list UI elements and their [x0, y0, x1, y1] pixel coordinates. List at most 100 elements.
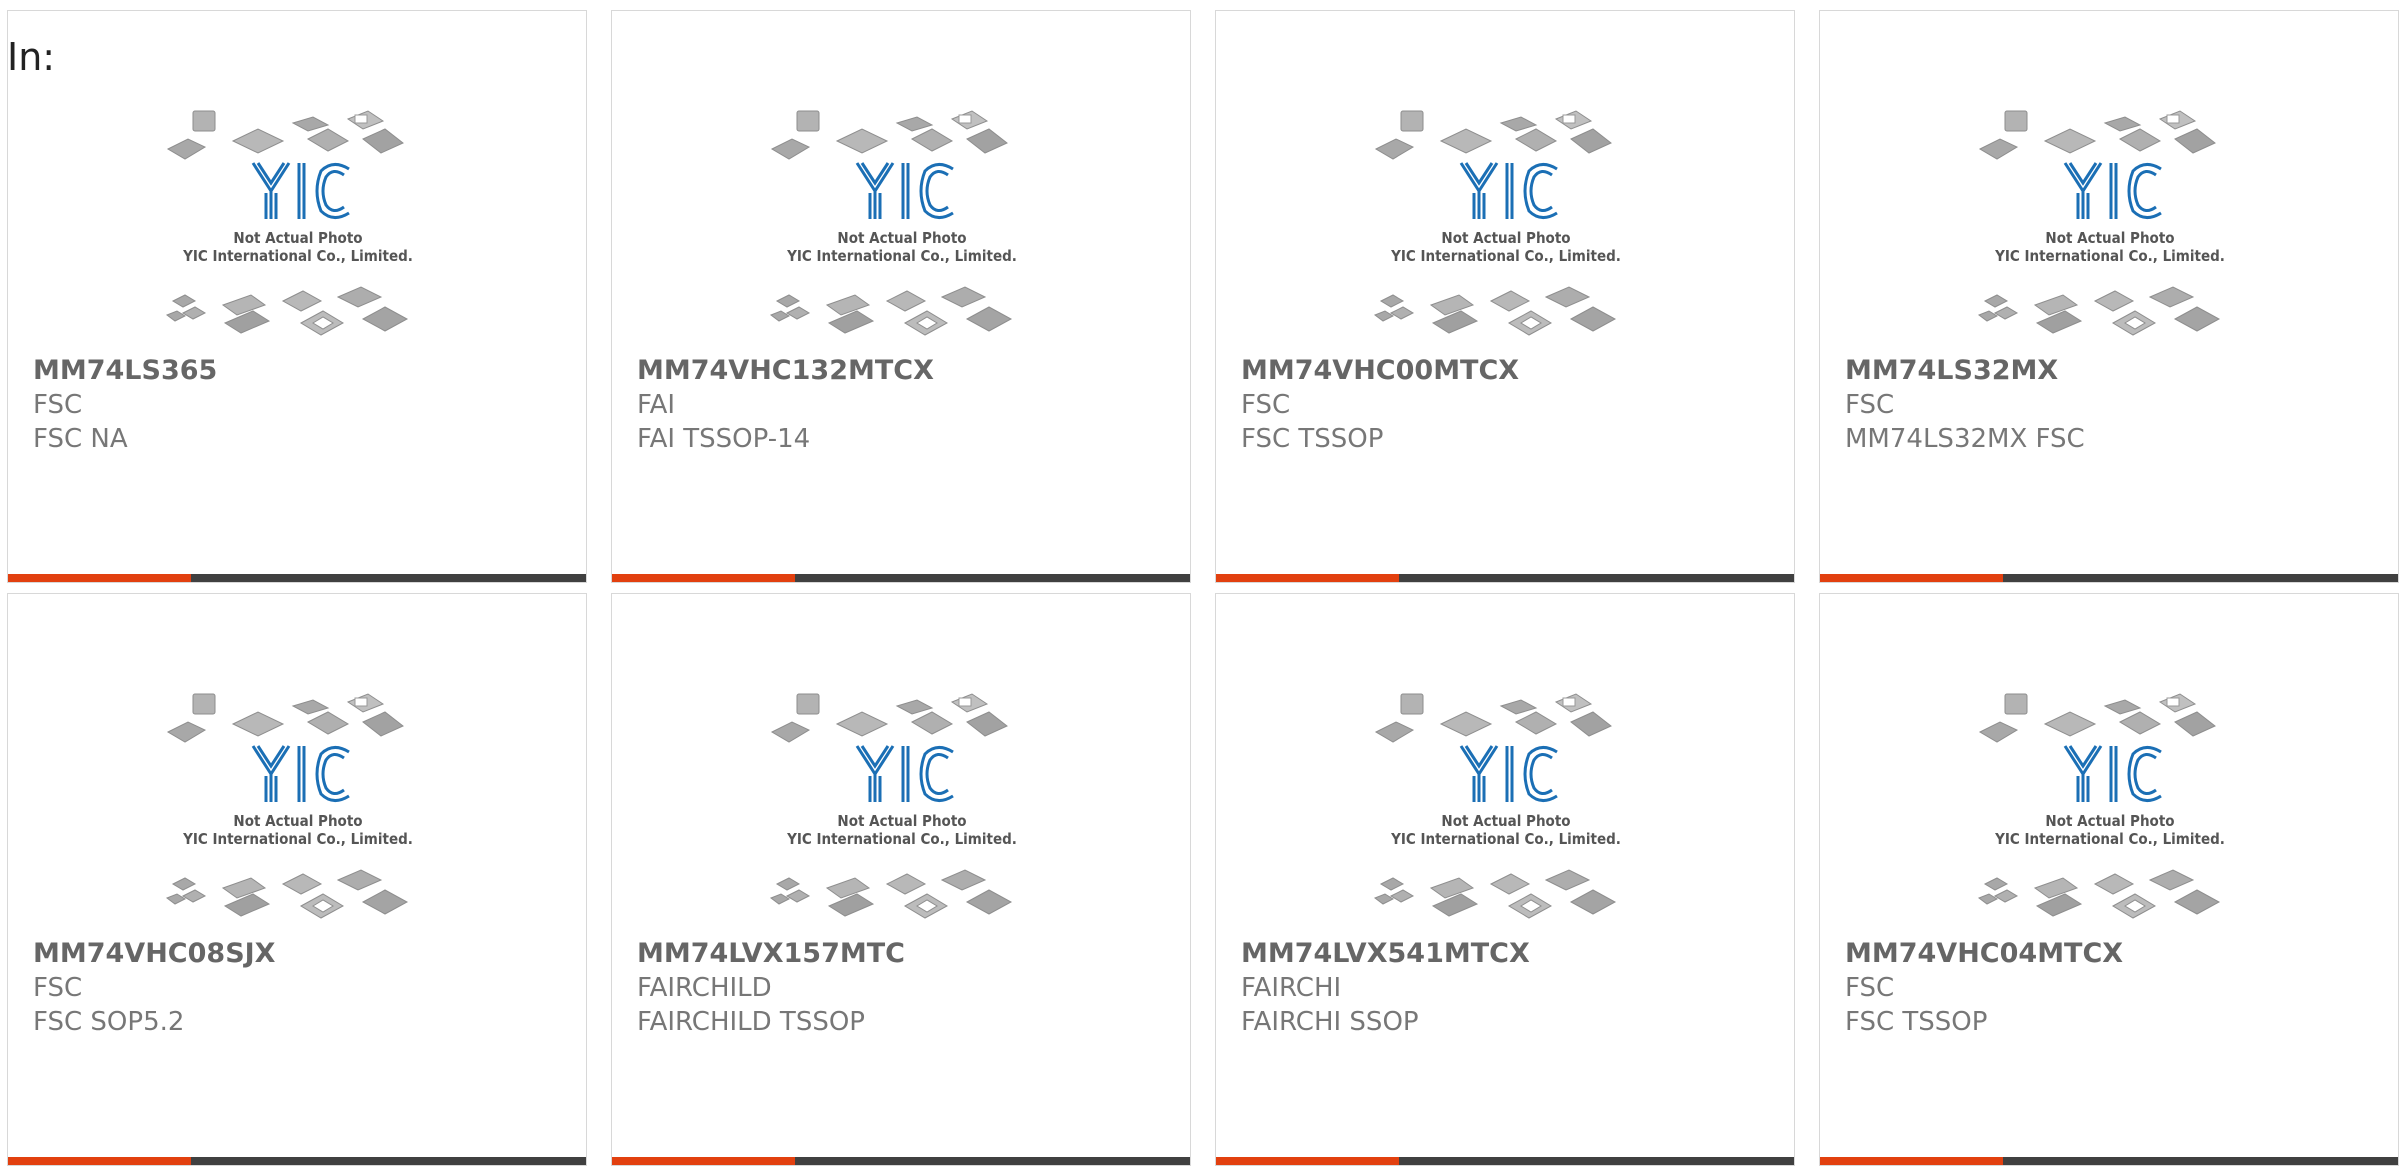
not-actual-photo-text: Not Actual Photo: [837, 229, 966, 247]
brand-name: FAIRCHI: [1241, 973, 1342, 1003]
company-name-text: YIC International Co., Limited.: [182, 247, 413, 265]
page-label: In:: [7, 35, 56, 79]
chip-icons-top: [1374, 693, 1612, 743]
chip-icons-top: [166, 693, 404, 743]
brand-name: FSC: [1845, 973, 1895, 1003]
product-card[interactable]: Not Actual Photo YIC International Co., …: [1215, 10, 1795, 583]
chip-icons-top: [166, 110, 404, 160]
company-name-text: YIC International Co., Limited.: [1390, 247, 1621, 265]
part-number[interactable]: MM74VHC04MTCX: [1845, 937, 2388, 971]
card-bottom-bar: [8, 574, 586, 582]
chip-icons-bottom: [769, 869, 1013, 919]
brand-name: FAI: [637, 390, 676, 420]
part-number[interactable]: MM74LS32MX: [1845, 354, 2388, 388]
card-text: MM74LVX541MTCX FAIRCHI FAIRCHI SSOP: [1241, 937, 1784, 1039]
placeholder-photo: Not Actual Photo YIC International Co., …: [1977, 110, 2225, 336]
placeholder-photo: Not Actual Photo YIC International Co., …: [1977, 693, 2225, 919]
card-text: MM74LS365 FSC FSC NA: [33, 354, 576, 456]
yic-logo-icon: [1459, 745, 1558, 802]
yic-logo-icon: [855, 162, 954, 219]
card-bottom-bar-accent: [8, 574, 191, 582]
chip-icons-bottom: [1373, 869, 1617, 919]
product-description: FAIRCHI SSOP: [1241, 1007, 1419, 1037]
card-bottom-bar: [8, 1157, 586, 1165]
placeholder-photo: Not Actual Photo YIC International Co., …: [769, 110, 1017, 336]
card-text: MM74LVX157MTC FAIRCHILD FAIRCHILD TSSOP: [637, 937, 1180, 1039]
not-actual-photo-text: Not Actual Photo: [233, 229, 362, 247]
brand-name: FSC: [33, 973, 83, 1003]
placeholder-photo: Not Actual Photo YIC International Co., …: [165, 110, 413, 336]
chip-icons-bottom: [1373, 286, 1617, 336]
chip-icons-top: [1978, 110, 2216, 160]
card-bottom-bar-accent: [612, 1157, 795, 1165]
yic-logo-icon: [251, 745, 350, 802]
company-name-text: YIC International Co., Limited.: [786, 247, 1017, 265]
chip-icons-bottom: [1977, 286, 2221, 336]
product-description: FAI TSSOP-14: [637, 424, 811, 454]
part-number[interactable]: MM74LS365: [33, 354, 576, 388]
yic-logo-icon: [1459, 162, 1558, 219]
company-name-text: YIC International Co., Limited.: [182, 830, 413, 848]
not-actual-photo-text: Not Actual Photo: [233, 812, 362, 830]
placeholder-photo: Not Actual Photo YIC International Co., …: [165, 693, 413, 919]
product-description: FSC NA: [33, 424, 128, 454]
card-text: MM74VHC04MTCX FSC FSC TSSOP: [1845, 937, 2388, 1039]
card-bottom-bar: [612, 1157, 1190, 1165]
placeholder-photo: Not Actual Photo YIC International Co., …: [1373, 693, 1621, 919]
chip-icons-bottom: [165, 286, 409, 336]
chip-icons-top: [1374, 110, 1612, 160]
yic-logo-icon: [2063, 162, 2162, 219]
card-text: MM74VHC00MTCX FSC FSC TSSOP: [1241, 354, 1784, 456]
chip-icons-top: [770, 693, 1008, 743]
chip-icons-bottom: [1977, 869, 2221, 919]
not-actual-photo-text: Not Actual Photo: [1441, 812, 1570, 830]
card-bottom-bar-accent: [612, 574, 795, 582]
part-number[interactable]: MM74VHC08SJX: [33, 937, 576, 971]
part-number[interactable]: MM74LVX541MTCX: [1241, 937, 1784, 971]
part-number[interactable]: MM74VHC132MTCX: [637, 354, 1180, 388]
card-text: MM74LS32MX FSC MM74LS32MX FSC: [1845, 354, 2388, 456]
product-description: FSC TSSOP: [1241, 424, 1384, 454]
card-bottom-bar: [612, 574, 1190, 582]
product-grid: Not Actual Photo YIC International Co., …: [7, 10, 2400, 1166]
card-text: MM74VHC08SJX FSC FSC SOP5.2: [33, 937, 576, 1039]
placeholder-photo: Not Actual Photo YIC International Co., …: [769, 693, 1017, 919]
company-name-text: YIC International Co., Limited.: [1994, 830, 2225, 848]
product-description: MM74LS32MX FSC: [1845, 424, 2085, 454]
brand-name: FAIRCHILD: [637, 973, 772, 1003]
chip-icons-bottom: [165, 869, 409, 919]
product-card[interactable]: Not Actual Photo YIC International Co., …: [611, 10, 1191, 583]
company-name-text: YIC International Co., Limited.: [1390, 830, 1621, 848]
brand-name: FSC: [1241, 390, 1291, 420]
product-card[interactable]: Not Actual Photo YIC International Co., …: [7, 593, 587, 1166]
part-number[interactable]: MM74VHC00MTCX: [1241, 354, 1784, 388]
product-card[interactable]: Not Actual Photo YIC International Co., …: [1819, 593, 2399, 1166]
company-name-text: YIC International Co., Limited.: [1994, 247, 2225, 265]
product-card[interactable]: Not Actual Photo YIC International Co., …: [1215, 593, 1795, 1166]
product-description: FSC SOP5.2: [33, 1007, 185, 1037]
part-number[interactable]: MM74LVX157MTC: [637, 937, 1180, 971]
card-bottom-bar-accent: [1216, 574, 1399, 582]
chip-icons-top: [1978, 693, 2216, 743]
brand-name: FSC: [33, 390, 83, 420]
product-card[interactable]: Not Actual Photo YIC International Co., …: [7, 10, 587, 583]
card-bottom-bar-accent: [1216, 1157, 1399, 1165]
chip-icons-bottom: [769, 286, 1013, 336]
company-name-text: YIC International Co., Limited.: [786, 830, 1017, 848]
chip-icons-top: [770, 110, 1008, 160]
yic-logo-icon: [251, 162, 350, 219]
not-actual-photo-text: Not Actual Photo: [2045, 812, 2174, 830]
not-actual-photo-text: Not Actual Photo: [2045, 229, 2174, 247]
product-card[interactable]: Not Actual Photo YIC International Co., …: [1819, 10, 2399, 583]
product-description: FSC TSSOP: [1845, 1007, 1988, 1037]
product-description: FAIRCHILD TSSOP: [637, 1007, 865, 1037]
product-card[interactable]: Not Actual Photo YIC International Co., …: [611, 593, 1191, 1166]
card-bottom-bar: [1820, 574, 2398, 582]
card-bottom-bar: [1820, 1157, 2398, 1165]
card-bottom-bar: [1216, 574, 1794, 582]
not-actual-photo-text: Not Actual Photo: [1441, 229, 1570, 247]
card-bottom-bar-accent: [1820, 574, 2003, 582]
card-bottom-bar-accent: [8, 1157, 191, 1165]
card-text: MM74VHC132MTCX FAI FAI TSSOP-14: [637, 354, 1180, 456]
not-actual-photo-text: Not Actual Photo: [837, 812, 966, 830]
